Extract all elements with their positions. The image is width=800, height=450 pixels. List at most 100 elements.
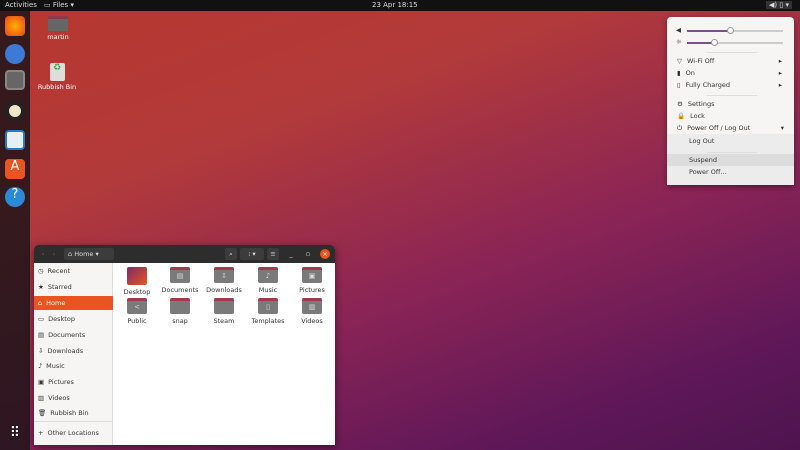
sidebar-label: Videos	[48, 394, 70, 402]
suspend-item[interactable]: Suspend	[667, 154, 794, 166]
menu-button[interactable]: ≡	[267, 248, 279, 260]
activities-button[interactable]: Activities	[5, 1, 37, 9]
suspend-label: Suspend	[689, 156, 718, 164]
clock[interactable]: 23 Apr 18:15	[372, 1, 418, 9]
folder-label: Music	[258, 286, 278, 294]
poweroff-label: Power Off…	[689, 168, 727, 176]
sidebar-item-pictures[interactable]: ▣ Pictures	[34, 375, 113, 389]
templates-folder-icon: ▯	[258, 298, 278, 314]
sidebar-label: Home	[46, 299, 66, 307]
trash-icon: 🗑	[38, 409, 47, 417]
sidebar-item-rubbish-bin[interactable]: 🗑 Rubbish Bin	[34, 406, 113, 420]
folder-documents[interactable]: ▤ Documents	[158, 267, 202, 294]
folder-desktop[interactable]: Desktop	[115, 267, 159, 296]
libreoffice-writer-icon[interactable]	[5, 130, 25, 150]
logout-item[interactable]: Log Out	[667, 135, 794, 147]
folder-icon	[170, 298, 190, 314]
folder-label: Desktop	[123, 288, 151, 296]
lock-item[interactable]: 🔒 Lock	[667, 110, 794, 122]
search-button[interactable]: ⌕	[225, 248, 237, 260]
firefox-icon[interactable]	[5, 16, 25, 36]
bluetooth-item[interactable]: ▮ On ▸	[667, 67, 794, 79]
rhythmbox-icon[interactable]	[5, 101, 25, 121]
files-icon[interactable]	[5, 70, 25, 90]
bluetooth-icon: ▮	[677, 69, 681, 77]
sidebar-item-music[interactable]: ♪ Music	[34, 359, 113, 373]
brightness-fill	[687, 42, 714, 44]
folder-templates[interactable]: ▯ Templates	[246, 298, 290, 325]
brightness-handle[interactable]	[710, 39, 718, 46]
sidebar-item-starred[interactable]: ★ Starred	[34, 280, 113, 294]
folder-label: Public	[127, 317, 147, 325]
folder-label: Documents	[161, 286, 199, 294]
clock-icon: ◷	[38, 267, 44, 275]
sidebar-item-downloads[interactable]: ⇩ Downloads	[34, 344, 113, 358]
sidebar-item-recent[interactable]: ◷ Recent	[34, 264, 113, 278]
volume-fill	[687, 30, 731, 32]
desktop-icon-label: Rubbish Bin	[37, 83, 77, 91]
videos-icon: ▥	[38, 394, 45, 402]
top-bar: Activities ▭ Files ▾ 23 Apr 18:15 ◀) ▯ ▾	[0, 0, 800, 11]
sidebar-label: Downloads	[47, 347, 84, 355]
wifi-label: Wi-Fi Off	[687, 57, 715, 65]
sidebar-item-desktop[interactable]: ▭ Desktop	[34, 312, 113, 326]
software-icon[interactable]: A	[5, 159, 25, 179]
logout-label: Log Out	[689, 137, 715, 145]
forward-button[interactable]: ›	[49, 248, 59, 260]
sidebar-label: Pictures	[48, 378, 74, 386]
sidebar-label: Documents	[48, 331, 86, 339]
system-menu-button[interactable]: ◀) ▯ ▾	[766, 1, 792, 9]
show-apps-icon[interactable]: ⠿	[5, 425, 25, 445]
desktop-icon: ▭	[38, 315, 45, 323]
wifi-item[interactable]: ▽ Wi-Fi Off ▸	[667, 55, 794, 67]
videos-folder-icon: ▥	[302, 298, 322, 314]
minimize-button[interactable]: _	[286, 248, 296, 260]
brightness-slider[interactable]	[687, 39, 783, 46]
poweroff-item[interactable]: Power Off…	[667, 166, 794, 178]
help-icon[interactable]: ?	[5, 187, 25, 207]
lock-label: Lock	[690, 112, 705, 120]
desktop-icon-trash[interactable]: ♻ Rubbish Bin	[32, 63, 82, 91]
sidebar-item-other-locations[interactable]: + Other Locations	[34, 426, 113, 440]
folder-label: Templates	[251, 317, 285, 325]
pictures-icon: ▣	[38, 378, 45, 386]
close-button[interactable]: ×	[320, 249, 330, 259]
wifi-icon: ▽	[677, 57, 682, 65]
folder-downloads[interactable]: ⇩ Downloads	[202, 267, 246, 294]
folder-pictures[interactable]: ▣ Pictures	[290, 267, 334, 294]
back-button[interactable]: ‹	[38, 248, 48, 260]
desktop-icon-home[interactable]: martin	[33, 16, 83, 41]
volume-slider[interactable]	[687, 27, 783, 34]
sidebar-item-videos[interactable]: ▥ Videos	[34, 391, 113, 405]
sidebar-label: Recent	[47, 267, 71, 275]
folder-public[interactable]: < Public	[115, 298, 159, 325]
desktop-folder-icon	[127, 267, 147, 285]
folder-steam[interactable]: Steam	[202, 298, 246, 325]
settings-item[interactable]: ⚙ Settings	[667, 98, 794, 110]
bluetooth-label: On	[685, 69, 695, 77]
folder-snap[interactable]: snap	[158, 298, 202, 325]
battery-icon: ▯	[779, 1, 784, 9]
battery-icon: ▯	[677, 81, 681, 89]
power-label: Power Off / Log Out	[687, 124, 751, 132]
power-item[interactable]: ⏻ Power Off / Log Out ▾	[667, 122, 794, 134]
location-button[interactable]: ⌂ Home ▾	[64, 248, 114, 260]
lock-icon: 🔒	[677, 112, 686, 120]
separator	[707, 52, 757, 53]
location-label: Home	[74, 250, 94, 258]
sidebar-label: Music	[46, 362, 65, 370]
folder-videos[interactable]: ▥ Videos	[290, 298, 334, 325]
folder-music[interactable]: ♪ Music	[246, 267, 290, 294]
volume-handle[interactable]	[727, 27, 735, 34]
files-app-menu[interactable]: ▭ Files ▾	[44, 1, 74, 9]
sidebar-item-documents[interactable]: ▤ Documents	[34, 328, 113, 342]
thunderbird-icon[interactable]	[5, 44, 25, 64]
view-options-button[interactable]: ⁝ ▾	[240, 248, 264, 260]
settings-label: Settings	[687, 100, 715, 108]
plus-icon: +	[38, 429, 44, 437]
power-icon: ⏻	[677, 124, 683, 132]
sidebar-item-home[interactable]: ⌂ Home	[34, 296, 113, 310]
sidebar-label: Desktop	[48, 315, 75, 323]
maximize-button[interactable]: ▫	[303, 248, 313, 260]
battery-item[interactable]: ▯ Fully Charged ▸	[667, 79, 794, 91]
